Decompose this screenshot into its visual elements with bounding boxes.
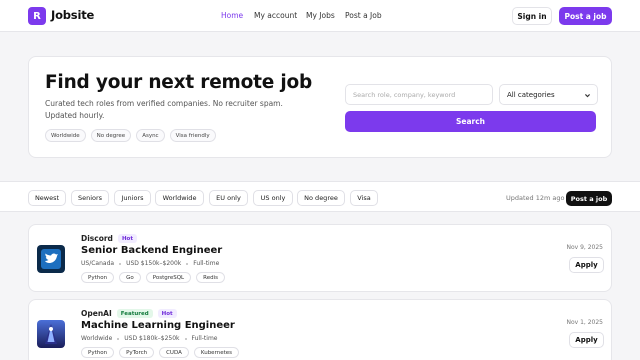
- skill-tag: CUDA: [159, 347, 189, 358]
- company-row: OpenAI Featured Hot: [81, 309, 177, 318]
- search-input[interactable]: Search role, company, keyword: [345, 84, 493, 105]
- filter-bar: Newest Seniors Juniors Worldwide EU only…: [0, 181, 640, 212]
- bird-icon: [37, 245, 65, 273]
- filter-no-degree[interactable]: No degree: [297, 190, 345, 206]
- job-title[interactable]: Machine Learning Engineer: [81, 320, 235, 331]
- filter-juniors[interactable]: Juniors: [114, 190, 151, 206]
- figure-icon: [37, 320, 65, 348]
- job-card[interactable]: OpenAI Featured Hot Machine Learning Eng…: [28, 299, 612, 360]
- job-type: Full-time: [191, 335, 218, 342]
- skill-tag: Redis: [196, 272, 225, 283]
- logo-icon[interactable]: R: [28, 7, 46, 25]
- job-date: Nov 9, 2025: [566, 244, 603, 251]
- separator-dot: [184, 337, 187, 340]
- apply-button[interactable]: Apply: [569, 257, 604, 273]
- hot-badge: Hot: [117, 234, 137, 243]
- post-job-button-secondary[interactable]: Post a job: [566, 191, 612, 206]
- updated-timestamp: Updated 12m ago: [506, 194, 565, 202]
- tag-visa-friendly[interactable]: Visa friendly: [169, 129, 216, 142]
- nav-home[interactable]: Home: [221, 11, 243, 20]
- skill-tag: Python: [81, 272, 115, 283]
- brand-name[interactable]: Jobsite: [51, 8, 94, 22]
- tag-async[interactable]: Async: [136, 129, 165, 142]
- separator-dot: [119, 262, 122, 265]
- nav-post-a-job[interactable]: Post a Job: [345, 11, 382, 20]
- filter-visa[interactable]: Visa: [350, 190, 378, 206]
- job-meta: US/Canada USD $150k–$200k Full-time: [81, 260, 219, 267]
- company-name[interactable]: OpenAI: [81, 309, 112, 318]
- skill-tag: PyTorch: [119, 347, 155, 358]
- apply-button[interactable]: Apply: [569, 332, 604, 348]
- chevron-down-icon: [585, 94, 590, 98]
- hero-card: Find your next remote job Curated tech r…: [28, 56, 612, 158]
- category-select-value: All categories: [507, 90, 555, 99]
- separator-dot: [186, 262, 189, 265]
- page-title: Find your next remote job: [45, 72, 313, 93]
- company-logo: [37, 320, 65, 348]
- tag-worldwide[interactable]: Worldwide: [45, 129, 86, 142]
- job-location: US/Canada: [81, 260, 115, 267]
- job-meta: Worldwide USD $180k–$250k Full-time: [81, 335, 217, 342]
- sign-in-button[interactable]: Sign in: [512, 7, 552, 25]
- hero-subtitle: Curated tech roles from verified compani…: [45, 99, 283, 120]
- post-job-button[interactable]: Post a job: [559, 7, 612, 25]
- hot-badge: Hot: [157, 309, 177, 318]
- job-date: Nov 1, 2025: [566, 319, 603, 326]
- filter-seniors[interactable]: Seniors: [71, 190, 109, 206]
- skill-tag: Python: [81, 347, 115, 358]
- company-row: Discord Hot: [81, 234, 137, 243]
- job-title[interactable]: Senior Backend Engineer: [81, 245, 222, 256]
- filter-worldwide[interactable]: Worldwide: [155, 190, 204, 206]
- skill-tags: Python Go PostgreSQL Redis: [81, 272, 225, 283]
- top-navbar: R Jobsite Home My account My Jobs Post a…: [0, 0, 640, 32]
- skill-tag: Go: [119, 272, 141, 283]
- company-logo: [37, 245, 65, 273]
- featured-badge: Featured: [116, 309, 153, 318]
- skill-tags: Python PyTorch CUDA Kubernetes: [81, 347, 240, 358]
- job-type: Full-time: [193, 260, 220, 267]
- job-location: Worldwide: [81, 335, 113, 342]
- nav-my-account[interactable]: My account: [254, 11, 297, 20]
- skill-tag: Kubernetes: [193, 347, 240, 358]
- filter-us-only[interactable]: US only: [253, 190, 293, 206]
- filter-newest[interactable]: Newest: [28, 190, 66, 206]
- tag-no-degree[interactable]: No degree: [90, 129, 132, 142]
- job-card[interactable]: Discord Hot Senior Backend Engineer US/C…: [28, 224, 612, 292]
- skill-tag: PostgreSQL: [145, 272, 192, 283]
- separator-dot: [117, 337, 120, 340]
- category-select[interactable]: All categories: [499, 84, 598, 105]
- hero-tags: Worldwide No degree Async Visa friendly: [45, 129, 216, 142]
- nav-my-jobs[interactable]: My Jobs: [306, 11, 335, 20]
- search-button[interactable]: Search: [345, 111, 596, 132]
- job-salary: USD $150k–$200k: [126, 260, 182, 267]
- job-salary: USD $180k–$250k: [124, 335, 180, 342]
- filter-eu-only[interactable]: EU only: [209, 190, 248, 206]
- company-name[interactable]: Discord: [81, 234, 113, 243]
